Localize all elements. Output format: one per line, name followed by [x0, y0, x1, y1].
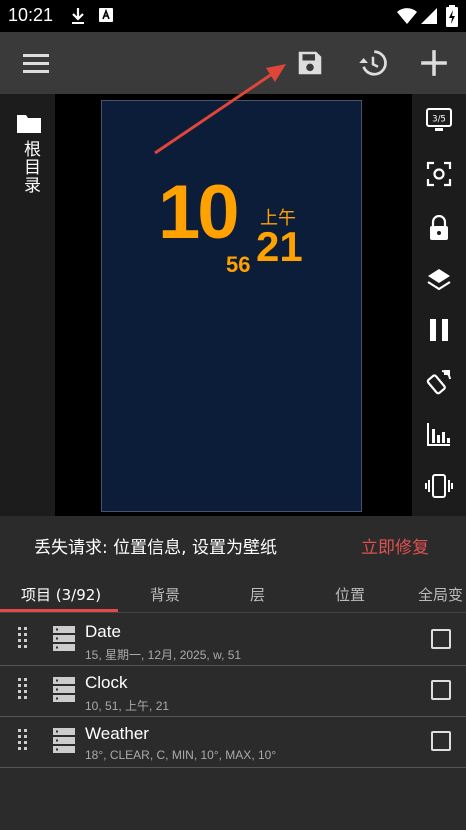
- folder-icon: [16, 112, 42, 138]
- toolbar: [0, 32, 466, 94]
- item-subtitle: 10, 51, 上午, 21: [85, 699, 170, 713]
- item-checkbox[interactable]: [431, 629, 451, 649]
- item-title: Clock: [85, 673, 128, 692]
- save-icon: [298, 51, 322, 75]
- chart-icon: [427, 423, 450, 446]
- signal-icon: [420, 7, 438, 29]
- drag-handle-icon[interactable]: [18, 729, 28, 759]
- wallpaper-canvas[interactable]: 10 上午 21 56: [101, 100, 362, 512]
- missing-permission-bar: 丢失请求: 位置信息, 设置为壁纸 立即修复: [0, 516, 466, 572]
- clock-minute[interactable]: 21: [256, 226, 303, 268]
- clock-hour[interactable]: 10: [158, 175, 240, 251]
- item-checkbox[interactable]: [431, 680, 451, 700]
- list-item[interactable]: Clock 10, 51, 上午, 21: [0, 665, 466, 717]
- lock-icon: [430, 215, 448, 240]
- tab-position[interactable]: 位置: [335, 584, 365, 605]
- add-button[interactable]: [416, 45, 452, 81]
- list-item[interactable]: Weather 18°, CLEAR, C, MIN, 10°, MAX, 10…: [0, 716, 466, 768]
- fix-now-button[interactable]: 立即修复: [361, 533, 429, 558]
- status-time: 10:21: [8, 5, 54, 25]
- screen-badge-text: 3/5: [432, 115, 446, 125]
- item-subtitle: 15, 星期一, 12月, 2025, w, 51: [85, 648, 242, 662]
- database-icon: [53, 677, 75, 707]
- battery-icon: [446, 5, 458, 31]
- pause-button[interactable]: [423, 314, 455, 346]
- download-icon: [70, 7, 86, 29]
- preview-area: 根目录 10 上午 21 56 3/5: [0, 94, 466, 516]
- item-title: Date: [85, 622, 121, 641]
- plus-icon: [421, 50, 447, 76]
- layers-button[interactable]: [423, 264, 455, 296]
- tab-indicator: [0, 609, 118, 612]
- item-subtitle: 18°, CLEAR, C, MIN, 10°, MAX, 10°: [85, 748, 277, 762]
- folder-label: 根目录: [20, 140, 40, 194]
- folder-strip[interactable]: 根目录: [0, 94, 55, 516]
- pause-icon: [430, 319, 448, 341]
- item-title: Weather: [85, 724, 149, 743]
- tab-bar: 项目 (3/92) 背景 层 位置 全局变: [0, 572, 466, 613]
- tab-background[interactable]: 背景: [150, 584, 180, 605]
- drag-handle-icon[interactable]: [18, 678, 28, 708]
- menu-icon: [23, 54, 49, 73]
- rotate-icon: [426, 370, 451, 395]
- screen-3-5-icon: 3/5: [426, 108, 452, 131]
- save-button[interactable]: [292, 45, 328, 81]
- history-button[interactable]: [355, 45, 391, 81]
- item-checkbox[interactable]: [431, 731, 451, 751]
- clock-second[interactable]: 56: [226, 254, 250, 276]
- database-icon: [53, 626, 75, 656]
- missing-permission-text: 丢失请求: 位置信息, 设置为壁纸: [34, 538, 277, 558]
- tab-layers[interactable]: 层: [250, 584, 265, 605]
- lock-button[interactable]: [423, 212, 455, 244]
- vibrate-icon: [425, 474, 453, 498]
- history-icon: [359, 50, 387, 76]
- wifi-icon: [396, 7, 418, 29]
- vibrate-button[interactable]: [423, 470, 455, 502]
- database-icon: [53, 728, 75, 758]
- drag-handle-icon[interactable]: [18, 627, 28, 657]
- menu-button[interactable]: [18, 45, 54, 81]
- tab-global-vars[interactable]: 全局变: [418, 584, 463, 605]
- font-icon: [98, 7, 114, 27]
- status-bar: 10:21: [0, 0, 466, 32]
- screen-select-button[interactable]: 3/5: [423, 104, 455, 136]
- list-item[interactable]: Date 15, 星期一, 12月, 2025, w, 51: [0, 614, 466, 666]
- screenshot-button[interactable]: [423, 158, 455, 190]
- preview-tools: 3/5: [412, 94, 466, 516]
- stats-button[interactable]: [423, 418, 455, 450]
- layers-icon: [427, 269, 451, 291]
- rotate-button[interactable]: [423, 366, 455, 398]
- tab-items[interactable]: 项目 (3/92): [21, 584, 101, 605]
- screenshot-icon: [426, 161, 452, 187]
